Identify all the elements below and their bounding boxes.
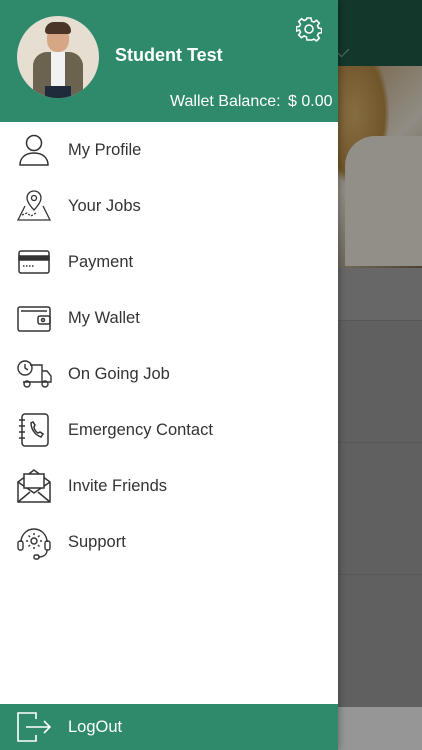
menu-item-payment[interactable]: Payment xyxy=(0,234,338,290)
menu-item-label: Emergency Contact xyxy=(68,420,213,439)
user-icon xyxy=(16,132,52,168)
logout-button[interactable]: LogOut xyxy=(0,704,338,750)
delivery-truck-icon xyxy=(16,356,52,392)
map-pin-icon xyxy=(16,188,52,224)
navigation-drawer: Student Test Wallet Balance: $ 0.00 My P… xyxy=(0,0,338,750)
menu-item-my-wallet[interactable]: My Wallet xyxy=(0,290,338,346)
gear-icon[interactable] xyxy=(296,16,322,42)
drawer-menu: My Profile Your Jobs Payment My Wallet O… xyxy=(0,122,338,570)
drawer-header: Student Test Wallet Balance: $ 0.00 xyxy=(0,0,338,122)
menu-item-invite-friends[interactable]: Invite Friends xyxy=(0,458,338,514)
menu-item-label: My Profile xyxy=(68,140,142,159)
menu-item-emergency-contact[interactable]: Emergency Contact xyxy=(0,402,338,458)
wallet-icon xyxy=(16,300,52,336)
menu-item-your-jobs[interactable]: Your Jobs xyxy=(0,178,338,234)
menu-item-label: Payment xyxy=(68,252,134,271)
menu-item-on-going-job[interactable]: On Going Job xyxy=(0,346,338,402)
logout-icon xyxy=(16,711,52,743)
headset-gear-icon xyxy=(16,524,52,560)
envelope-icon xyxy=(16,468,52,504)
menu-item-label: Invite Friends xyxy=(68,476,168,495)
menu-item-label: Support xyxy=(68,532,126,551)
credit-card-icon xyxy=(16,244,52,280)
menu-item-my-profile[interactable]: My Profile xyxy=(0,122,338,178)
wallet-balance-value: $ 0.00 xyxy=(288,93,333,110)
logout-label: LogOut xyxy=(68,718,123,736)
menu-item-label: Your Jobs xyxy=(68,196,141,215)
menu-item-support[interactable]: Support xyxy=(0,514,338,570)
menu-item-label: On Going Job xyxy=(68,364,170,383)
wallet-balance-label: Wallet Balance: xyxy=(170,93,281,110)
phone-book-icon xyxy=(16,412,52,448)
avatar[interactable] xyxy=(17,16,99,98)
user-name: Student Test xyxy=(115,45,223,65)
menu-item-label: My Wallet xyxy=(68,308,140,327)
